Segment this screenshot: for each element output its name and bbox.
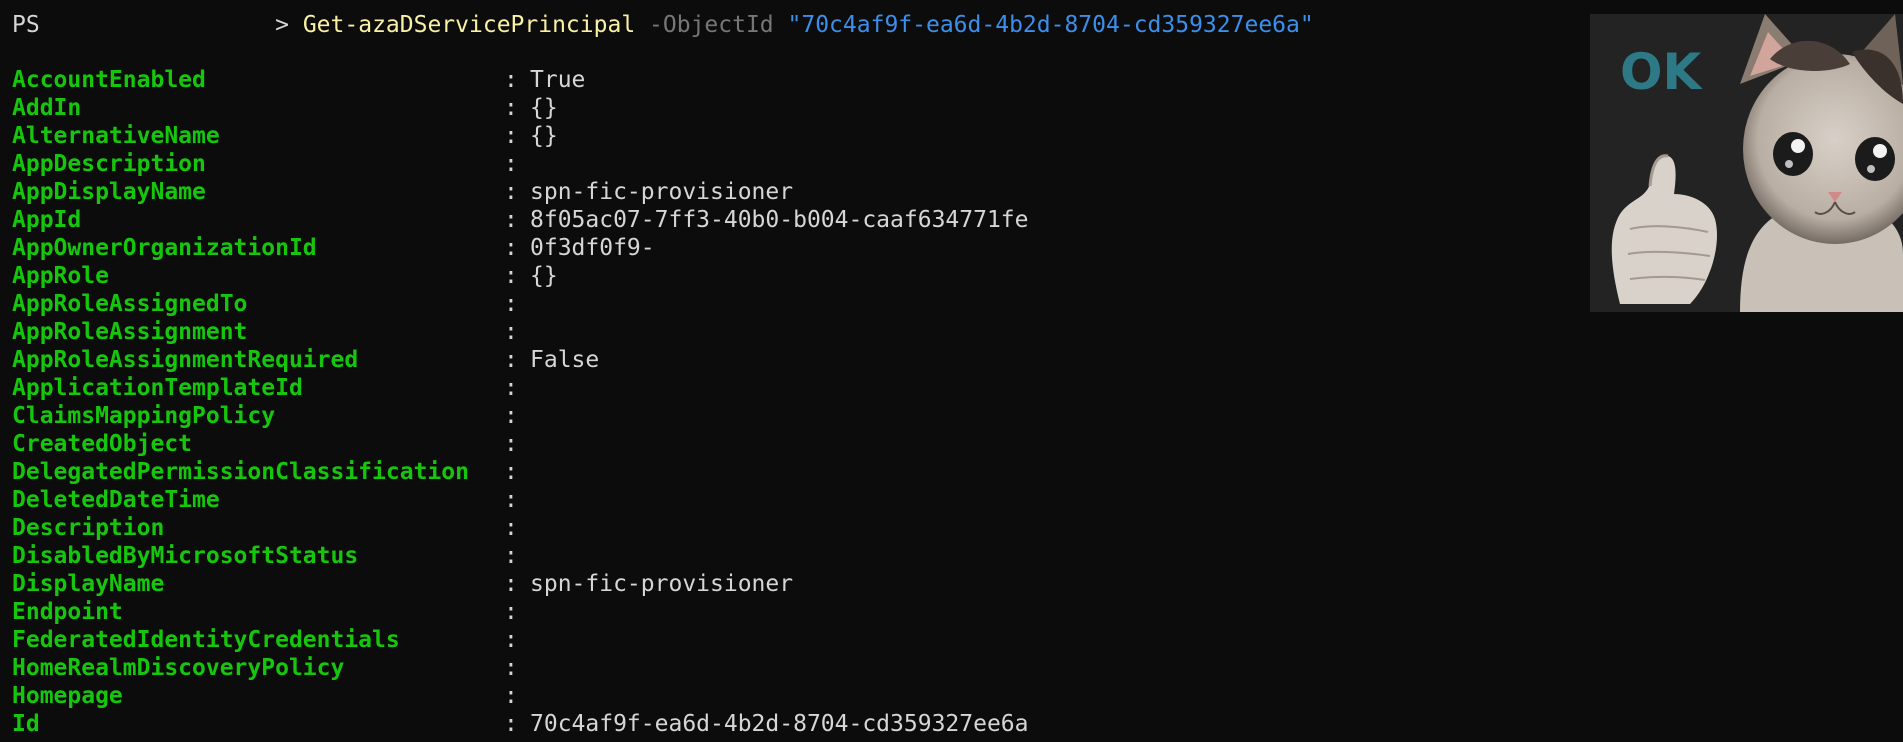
- property-separator: :: [504, 543, 518, 569]
- property-separator: :: [504, 123, 518, 149]
- property-name: AccountEnabled: [12, 67, 206, 93]
- property-name: ApplicationTemplateId: [12, 375, 303, 401]
- property-name: AppDisplayName: [12, 179, 206, 205]
- property-name: AppDescription: [12, 151, 206, 177]
- property-name: AppOwnerOrganizationId: [12, 235, 317, 261]
- property-separator: :: [504, 627, 518, 653]
- property-value: spn-fic-provisioner: [530, 571, 794, 597]
- property-name: DisabledByMicrosoftStatus: [12, 543, 359, 569]
- property-name: DisplayName: [12, 571, 165, 597]
- parameter-value: "70c4af9f-ea6d-4b2d-8704-cd359327ee6a": [787, 12, 1314, 38]
- property-separator: :: [504, 263, 518, 289]
- property-separator: :: [504, 515, 518, 541]
- property-separator: :: [504, 207, 518, 233]
- property-separator: :: [504, 319, 518, 345]
- property-name: FederatedIdentityCredentials: [12, 627, 400, 653]
- property-name: Description: [12, 515, 165, 541]
- property-value: 70c4af9f-ea6d-4b2d-8704-cd359327ee6a: [530, 711, 1029, 737]
- property-value: True: [530, 67, 586, 93]
- property-separator: :: [504, 179, 518, 205]
- property-name: HomeRealmDiscoveryPolicy: [12, 655, 345, 681]
- property-name: Id: [12, 711, 40, 737]
- property-name: AppId: [12, 207, 82, 233]
- cmdlet-name: Get-azaDServicePrincipal: [302, 12, 636, 38]
- property-value: False: [530, 347, 600, 373]
- property-separator: :: [504, 571, 518, 597]
- terminal-window[interactable]: PS > Get-azaDServicePrincipal -ObjectId …: [0, 0, 1903, 742]
- property-separator: :: [504, 347, 518, 373]
- property-name: AppRoleAssignedTo: [12, 291, 248, 317]
- property-separator: :: [504, 711, 518, 737]
- property-name: ClaimsMappingPolicy: [12, 403, 276, 429]
- property-separator: :: [504, 403, 518, 429]
- property-value: 8f05ac07-7ff3-40b0-b004-caaf634771fe: [530, 207, 1029, 233]
- property-separator: :: [504, 95, 518, 121]
- property-separator: :: [504, 487, 518, 513]
- property-separator: :: [504, 431, 518, 457]
- property-name: AppRoleAssignmentRequired: [12, 347, 359, 373]
- property-separator: :: [504, 459, 518, 485]
- property-name: CreatedObject: [12, 431, 193, 457]
- property-name: AlternativeName: [12, 123, 220, 149]
- property-value: {}: [530, 123, 558, 149]
- property-name: Endpoint: [12, 599, 123, 625]
- property-value: 0f3df0f9-: [530, 235, 655, 261]
- command-prompt-line: PS > Get-azaDServicePrincipal -ObjectId …: [12, 10, 1314, 40]
- property-separator: :: [504, 291, 518, 317]
- property-separator: :: [504, 655, 518, 681]
- property-name: AppRoleAssignment: [12, 319, 248, 345]
- property-value: {}: [530, 263, 558, 289]
- parameter-name: -ObjectId: [649, 12, 774, 38]
- property-separator: :: [504, 67, 518, 93]
- property-separator: :: [504, 375, 518, 401]
- property-value: spn-fic-provisioner: [530, 179, 794, 205]
- property-name: AppRole: [12, 263, 109, 289]
- property-separator: :: [504, 151, 518, 177]
- property-name: AddIn: [12, 95, 82, 121]
- sticker-ok-text: OK: [1620, 43, 1704, 101]
- property-separator: :: [504, 683, 518, 709]
- property-name: DelegatedPermissionClassification: [12, 459, 469, 485]
- prompt-ps: PS: [12, 12, 40, 38]
- property-name: Homepage: [12, 683, 123, 709]
- property-separator: :: [504, 599, 518, 625]
- property-value: {}: [530, 95, 558, 121]
- thumbs-up-cat-icon: OK: [1590, 14, 1903, 312]
- property-name: DeletedDateTime: [12, 487, 220, 513]
- prompt-caret: >: [275, 12, 289, 38]
- property-separator: :: [504, 235, 518, 261]
